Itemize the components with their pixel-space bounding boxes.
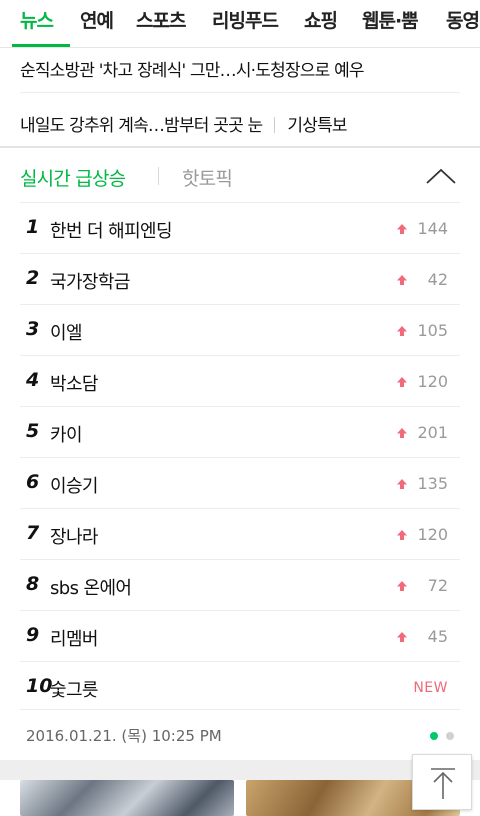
rank-up-arrow-icon (397, 224, 407, 234)
rank-keyword[interactable]: 이엘 (50, 319, 83, 345)
rank-row[interactable]: 10 숯그릇 NEW (20, 661, 460, 712)
realtime-header: 실시간 급상승 핫토픽 (0, 148, 480, 202)
rank-row[interactable]: 3 이엘 105 (20, 304, 460, 355)
rank-change-value: 72 (427, 576, 448, 595)
rank-number: 6 (26, 471, 40, 493)
update-timestamp: 2016.01.21. (목) 10:25 PM (26, 727, 222, 745)
rank-row[interactable]: 1 한번 더 해피엔딩 144 (20, 202, 460, 253)
rank-number: 4 (26, 369, 40, 391)
rank-up-arrow-icon (397, 428, 407, 438)
rank-change-value: 201 (417, 423, 448, 442)
rank-row[interactable]: 2 국가장학금 42 (20, 253, 460, 304)
tab-webtoon[interactable]: 웹툰·뿜 (362, 6, 419, 33)
rank-change-value: 144 (417, 219, 448, 238)
tab-video[interactable]: 동영 (446, 6, 480, 33)
news-thumbnail[interactable] (20, 780, 234, 816)
section-gap (0, 760, 480, 780)
rank-row[interactable]: 6 이승기 135 (20, 457, 460, 508)
rank-keyword[interactable]: 박소담 (50, 370, 98, 396)
rank-footer: 2016.01.21. (목) 10:25 PM (20, 709, 460, 759)
divider (158, 167, 159, 185)
chevron-up-icon[interactable] (424, 164, 458, 188)
rank-change-value: 42 (427, 270, 448, 289)
headline-tag-link[interactable]: 기상특보 (287, 116, 347, 136)
rank-keyword[interactable]: sbs 온에어 (50, 574, 132, 600)
rank-number: 10 (26, 675, 53, 697)
tab-living-food[interactable]: 리빙푸드 (212, 6, 279, 33)
rank-up-arrow-icon (397, 377, 407, 387)
rank-keyword[interactable]: 리멤버 (50, 625, 98, 651)
rank-number: 3 (26, 318, 40, 340)
rank-up-arrow-icon (397, 632, 407, 642)
new-badge: NEW (413, 680, 448, 696)
tab-realtime-rising[interactable]: 실시간 급상승 (20, 164, 126, 191)
rank-row[interactable]: 8 sbs 온에어 72 (20, 559, 460, 610)
rank-row[interactable]: 4 박소담 120 (20, 355, 460, 406)
rank-keyword[interactable]: 카이 (50, 421, 83, 447)
rank-number: 7 (26, 522, 40, 544)
rank-up-arrow-icon (397, 581, 407, 591)
rank-change-value: 120 (417, 525, 448, 544)
scroll-top-button[interactable] (412, 754, 472, 810)
rank-up-arrow-icon (397, 275, 407, 285)
rank-change-value: 120 (417, 372, 448, 391)
rank-up-arrow-icon (397, 530, 407, 540)
divider (274, 117, 276, 133)
headline-link[interactable]: 순직소방관 '차고 장례식' 그만…시·도청장으로 예우 (20, 56, 365, 81)
headline-row: 내일도 강추위 계속…밤부터 곳곳 눈 기상특보 (20, 111, 348, 136)
rank-up-arrow-icon (397, 326, 407, 336)
rank-change-value: 45 (427, 627, 448, 646)
tab-news[interactable]: 뉴스 (20, 6, 54, 33)
rank-change-value: 135 (417, 474, 448, 493)
tab-sports[interactable]: 스포츠 (136, 6, 186, 33)
rank-keyword[interactable]: 장나라 (50, 523, 98, 549)
tab-entertainment[interactable]: 연예 (80, 6, 114, 33)
rank-number: 9 (26, 624, 40, 646)
rank-row[interactable]: 7 장나라 120 (20, 508, 460, 559)
rank-change-value: 105 (417, 321, 448, 340)
rank-keyword[interactable]: 숯그릇 (50, 676, 98, 702)
rank-row[interactable]: 9 리멤버 45 (20, 610, 460, 661)
page-indicator[interactable] (446, 732, 454, 740)
rank-number: 8 (26, 573, 40, 595)
rank-keyword[interactable]: 국가장학금 (50, 268, 130, 294)
category-tab-bar: 뉴스 연예 스포츠 리빙푸드 쇼핑 웹툰·뿜 동영 (0, 0, 480, 48)
tab-shopping[interactable]: 쇼핑 (304, 6, 338, 33)
realtime-rank-list: 1 한번 더 해피엔딩 144 2 국가장학금 42 3 이엘 105 4 박소담 120 5 카이 201… (20, 202, 460, 712)
rank-number: 5 (26, 420, 40, 442)
headline-link[interactable]: 내일도 강추위 계속…밤부터 곳곳 눈 (20, 116, 263, 136)
divider (20, 92, 460, 93)
rank-number: 1 (26, 216, 40, 238)
tab-hot-topic[interactable]: 핫토픽 (182, 164, 233, 191)
rank-row[interactable]: 5 카이 201 (20, 406, 460, 457)
arrow-up-icon (431, 768, 455, 799)
rank-number: 2 (26, 267, 40, 289)
rank-keyword[interactable]: 이승기 (50, 472, 98, 498)
active-tab-indicator (12, 44, 70, 47)
rank-up-arrow-icon (397, 479, 407, 489)
rank-keyword[interactable]: 한번 더 해피엔딩 (50, 217, 173, 243)
page-indicator-active[interactable] (430, 732, 438, 740)
